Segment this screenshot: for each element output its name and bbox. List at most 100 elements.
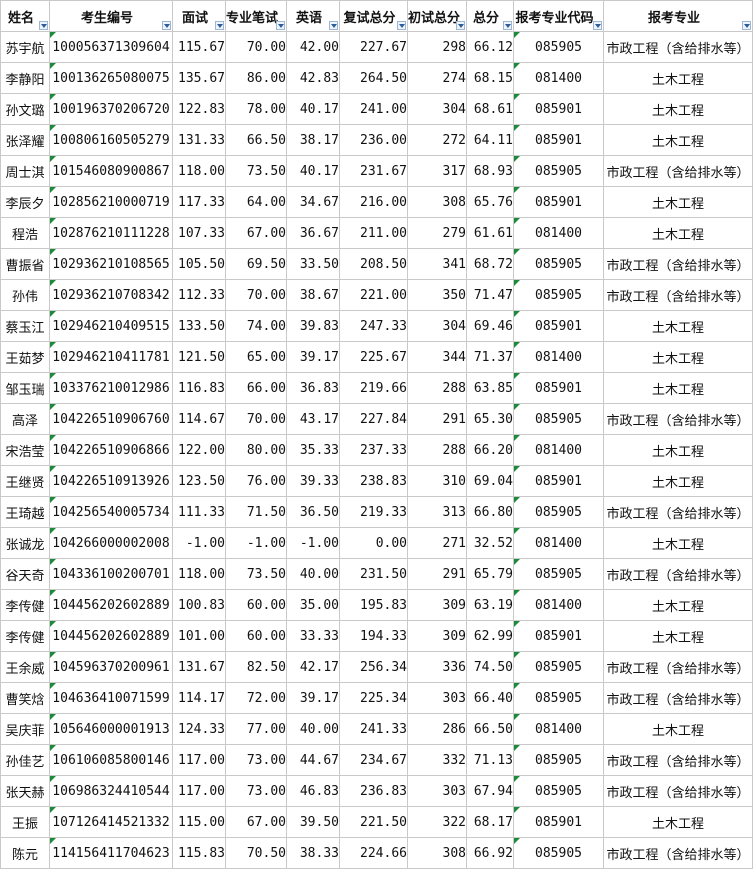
english-score-cell[interactable]: 40.17 bbox=[286, 155, 340, 187]
candidate-id-cell[interactable]: 104226510906866 bbox=[49, 434, 173, 466]
name-cell[interactable]: 蔡玉江 bbox=[0, 310, 50, 342]
retest-total-cell[interactable]: 224.66 bbox=[339, 837, 408, 869]
major-cell[interactable]: 土木工程 bbox=[603, 217, 753, 249]
major-cell[interactable]: 市政工程（含给排水等） bbox=[603, 248, 753, 280]
initial-total-cell[interactable]: 309 bbox=[407, 589, 467, 621]
total-score-cell[interactable]: 61.61 bbox=[466, 217, 514, 249]
initial-total-cell[interactable]: 310 bbox=[407, 465, 467, 497]
name-cell[interactable]: 曹笑焓 bbox=[0, 682, 50, 714]
interview-score-cell[interactable]: 118.00 bbox=[172, 558, 226, 590]
english-score-cell[interactable]: 34.67 bbox=[286, 186, 340, 218]
retest-total-cell[interactable]: 237.33 bbox=[339, 434, 408, 466]
english-score-cell[interactable]: 36.67 bbox=[286, 217, 340, 249]
retest-total-cell[interactable]: 216.00 bbox=[339, 186, 408, 218]
interview-score-cell[interactable]: 115.00 bbox=[172, 806, 226, 838]
retest-total-cell[interactable]: 231.50 bbox=[339, 558, 408, 590]
total-score-cell[interactable]: 32.52 bbox=[466, 527, 514, 559]
total-score-cell[interactable]: 74.50 bbox=[466, 651, 514, 683]
candidate-id-cell[interactable]: 104336100200701 bbox=[49, 558, 173, 590]
retest-total-cell[interactable]: 208.50 bbox=[339, 248, 408, 280]
interview-score-cell[interactable]: 123.50 bbox=[172, 465, 226, 497]
english-score-cell[interactable]: 40.00 bbox=[286, 558, 340, 590]
written-score-cell[interactable]: 73.00 bbox=[225, 744, 287, 776]
english-score-cell[interactable]: 36.50 bbox=[286, 496, 340, 528]
major-cell[interactable]: 土木工程 bbox=[603, 713, 753, 745]
candidate-id-cell[interactable]: 107126414521332 bbox=[49, 806, 173, 838]
retest-total-cell[interactable]: 219.66 bbox=[339, 372, 408, 404]
major-code-cell[interactable]: 085905 bbox=[513, 837, 604, 869]
major-cell[interactable]: 土木工程 bbox=[603, 465, 753, 497]
english-score-cell[interactable]: 35.33 bbox=[286, 434, 340, 466]
retest-total-cell[interactable]: 241.33 bbox=[339, 713, 408, 745]
name-cell[interactable]: 李辰夕 bbox=[0, 186, 50, 218]
name-cell[interactable]: 谷天奇 bbox=[0, 558, 50, 590]
major-code-cell[interactable]: 085901 bbox=[513, 310, 604, 342]
major-code-cell[interactable]: 085901 bbox=[513, 806, 604, 838]
retest-total-cell[interactable]: 227.84 bbox=[339, 403, 408, 435]
candidate-id-cell[interactable]: 102936210108565 bbox=[49, 248, 173, 280]
english-score-cell[interactable]: -1.00 bbox=[286, 527, 340, 559]
major-cell[interactable]: 土木工程 bbox=[603, 93, 753, 125]
retest-total-cell[interactable]: 247.33 bbox=[339, 310, 408, 342]
written-score-cell[interactable]: 60.00 bbox=[225, 620, 287, 652]
filter-dropdown-icon[interactable] bbox=[456, 21, 465, 30]
total-score-cell[interactable]: 65.76 bbox=[466, 186, 514, 218]
candidate-id-cell[interactable]: 102936210708342 bbox=[49, 279, 173, 311]
interview-score-cell[interactable]: 124.33 bbox=[172, 713, 226, 745]
candidate-id-cell[interactable]: 100806160505279 bbox=[49, 124, 173, 156]
major-cell[interactable]: 市政工程（含给排水等） bbox=[603, 744, 753, 776]
major-cell[interactable]: 市政工程（含给排水等） bbox=[603, 651, 753, 683]
name-cell[interactable]: 陈元 bbox=[0, 837, 50, 869]
retest-total-cell[interactable]: 256.34 bbox=[339, 651, 408, 683]
major-cell[interactable]: 市政工程（含给排水等） bbox=[603, 403, 753, 435]
name-cell[interactable]: 孙佳艺 bbox=[0, 744, 50, 776]
major-cell[interactable]: 土木工程 bbox=[603, 310, 753, 342]
initial-total-cell[interactable]: 286 bbox=[407, 713, 467, 745]
name-cell[interactable]: 张泽耀 bbox=[0, 124, 50, 156]
name-cell[interactable]: 王振 bbox=[0, 806, 50, 838]
major-cell[interactable]: 市政工程（含给排水等） bbox=[603, 155, 753, 187]
name-cell[interactable]: 王继贤 bbox=[0, 465, 50, 497]
name-cell[interactable]: 王琦越 bbox=[0, 496, 50, 528]
major-cell[interactable]: 土木工程 bbox=[603, 620, 753, 652]
total-score-cell[interactable]: 68.93 bbox=[466, 155, 514, 187]
initial-total-cell[interactable]: 309 bbox=[407, 620, 467, 652]
major-code-cell[interactable]: 085905 bbox=[513, 403, 604, 435]
candidate-id-cell[interactable]: 104256540005734 bbox=[49, 496, 173, 528]
interview-score-cell[interactable]: 122.00 bbox=[172, 434, 226, 466]
retest-total-cell[interactable]: 194.33 bbox=[339, 620, 408, 652]
major-cell[interactable]: 市政工程（含给排水等） bbox=[603, 682, 753, 714]
candidate-id-cell[interactable]: 104266000002008 bbox=[49, 527, 173, 559]
english-score-cell[interactable]: 46.83 bbox=[286, 775, 340, 807]
total-score-cell[interactable]: 66.20 bbox=[466, 434, 514, 466]
initial-total-cell[interactable]: 344 bbox=[407, 341, 467, 373]
english-score-cell[interactable]: 39.17 bbox=[286, 341, 340, 373]
initial-total-cell[interactable]: 304 bbox=[407, 93, 467, 125]
retest-total-cell[interactable]: 225.34 bbox=[339, 682, 408, 714]
written-score-cell[interactable]: 71.50 bbox=[225, 496, 287, 528]
interview-score-cell[interactable]: 114.17 bbox=[172, 682, 226, 714]
name-cell[interactable]: 邹玉瑞 bbox=[0, 372, 50, 404]
name-cell[interactable]: 李传健 bbox=[0, 620, 50, 652]
name-cell[interactable]: 周士淇 bbox=[0, 155, 50, 187]
name-cell[interactable]: 李传健 bbox=[0, 589, 50, 621]
written-score-cell[interactable]: 73.00 bbox=[225, 775, 287, 807]
interview-score-cell[interactable]: 100.83 bbox=[172, 589, 226, 621]
major-code-cell[interactable]: 085901 bbox=[513, 465, 604, 497]
retest-total-cell[interactable]: 195.83 bbox=[339, 589, 408, 621]
candidate-id-cell[interactable]: 101546080900867 bbox=[49, 155, 173, 187]
name-cell[interactable]: 曹振省 bbox=[0, 248, 50, 280]
candidate-id-cell[interactable]: 104226510906760 bbox=[49, 403, 173, 435]
written-score-cell[interactable]: 78.00 bbox=[225, 93, 287, 125]
major-cell[interactable]: 市政工程（含给排水等） bbox=[603, 837, 753, 869]
major-cell[interactable]: 土木工程 bbox=[603, 186, 753, 218]
english-score-cell[interactable]: 33.50 bbox=[286, 248, 340, 280]
major-cell[interactable]: 市政工程（含给排水等） bbox=[603, 558, 753, 590]
major-cell[interactable]: 土木工程 bbox=[603, 434, 753, 466]
name-cell[interactable]: 孙文璐 bbox=[0, 93, 50, 125]
interview-score-cell[interactable]: 101.00 bbox=[172, 620, 226, 652]
interview-score-cell[interactable]: 116.83 bbox=[172, 372, 226, 404]
english-score-cell[interactable]: 33.33 bbox=[286, 620, 340, 652]
candidate-id-cell[interactable]: 114156411704623 bbox=[49, 837, 173, 869]
interview-score-cell[interactable]: 117.00 bbox=[172, 744, 226, 776]
